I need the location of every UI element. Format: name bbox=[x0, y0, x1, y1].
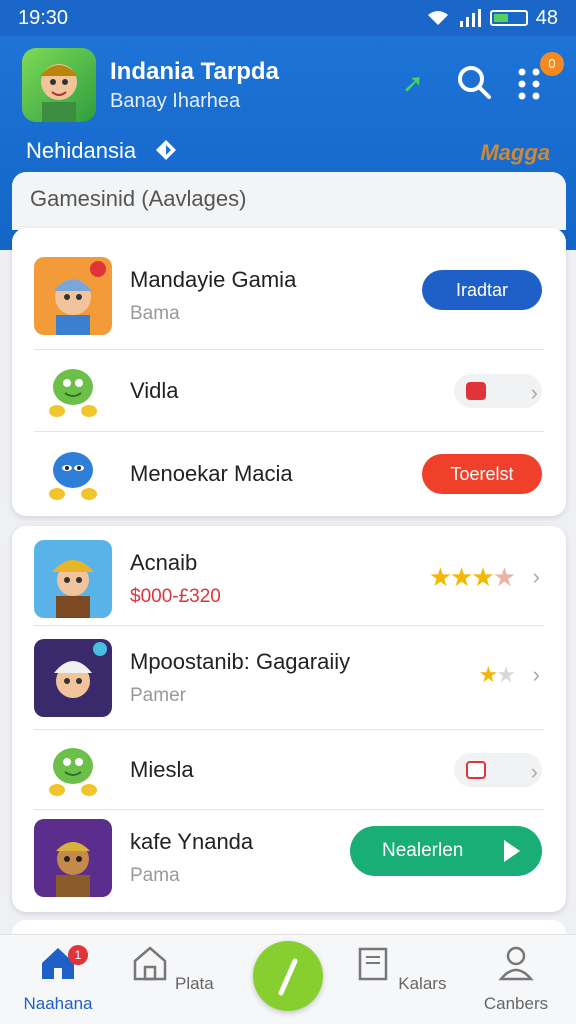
status-icons: 48 bbox=[426, 7, 558, 30]
chevron-right-icon: › bbox=[530, 759, 538, 784]
red-badge-icon bbox=[466, 382, 486, 400]
list-item[interactable]: Vidla › bbox=[34, 350, 544, 432]
play-button[interactable]: Nealerlen bbox=[350, 826, 542, 876]
status-bar: 19:30 48 bbox=[0, 0, 576, 36]
store-icon bbox=[134, 946, 167, 981]
nav-label: Naahana bbox=[23, 994, 93, 1013]
wifi-icon bbox=[427, 11, 448, 25]
games-card-2: Acnaib $000-£320 ★★★★ › Mpoostanib: Gaga… bbox=[12, 526, 566, 912]
game-icon bbox=[34, 540, 112, 618]
region-label[interactable]: Nehidansia bbox=[26, 138, 136, 164]
red-badge-icon bbox=[466, 761, 486, 779]
list-item[interactable]: Acnaib $000-£320 ★★★★ › bbox=[34, 532, 544, 626]
status-time: 19:30 bbox=[18, 6, 69, 29]
green-monster-icon bbox=[43, 740, 103, 800]
bottom-nav: 1 Naahana Plata Kalars Canbers bbox=[0, 934, 576, 1024]
list-item[interactable]: Miesla › bbox=[34, 730, 544, 810]
rating-stars: ★★ bbox=[478, 662, 516, 687]
badge-pill[interactable]: › bbox=[454, 753, 542, 787]
battery-icon bbox=[489, 10, 528, 26]
app-subtitle: Banay Iharhea bbox=[110, 90, 241, 112]
nav-label: Canbers bbox=[483, 994, 549, 1013]
play-icon bbox=[504, 840, 520, 862]
green-monster-icon bbox=[43, 361, 103, 421]
diamond-icon[interactable] bbox=[154, 138, 178, 162]
user-icon bbox=[498, 946, 534, 981]
list-item[interactable]: kafe Ynanda Pama Nealerlen bbox=[34, 810, 544, 906]
play-button-label: Nealerlen bbox=[382, 840, 464, 861]
center-action-icon bbox=[278, 958, 298, 996]
rating-stars: ★★★★ bbox=[428, 562, 516, 592]
header-right-label[interactable]: Magga bbox=[480, 140, 550, 166]
games-card-1: Mandayie Gamia Bama Iradtar Vidla › Meno… bbox=[12, 228, 566, 516]
list-item[interactable]: Mpoostanib: Gagaraiiy Pamer ★★ › bbox=[34, 626, 544, 730]
nav-home[interactable]: 1 Naahana bbox=[8, 943, 108, 1014]
battery-label: 48 bbox=[535, 6, 558, 29]
chevron-right-icon[interactable]: › bbox=[533, 662, 540, 688]
nav-profile[interactable]: Canbers bbox=[466, 943, 566, 1014]
arrow-icon[interactable]: ➚ bbox=[402, 68, 424, 99]
game-icon bbox=[34, 819, 112, 897]
install-button[interactable]: Iradtar bbox=[422, 270, 542, 310]
game-icon bbox=[34, 257, 112, 335]
game-icon bbox=[34, 639, 112, 717]
search-icon[interactable] bbox=[456, 64, 492, 100]
action-button[interactable]: Toerelst bbox=[422, 454, 542, 494]
list-item[interactable]: Menoekar Macia Toerelst bbox=[34, 432, 544, 516]
chevron-right-icon: › bbox=[530, 380, 538, 405]
nav-label: Plata bbox=[174, 974, 214, 993]
section-title: Gamesinid (Aavlages) bbox=[12, 172, 566, 230]
list-item[interactable]: Mandayie Gamia Bama Iradtar bbox=[34, 242, 544, 350]
blue-monster-icon bbox=[43, 444, 103, 504]
nav-store[interactable]: Plata bbox=[122, 943, 222, 994]
next-card-edge bbox=[12, 920, 566, 934]
nav-library[interactable]: Kalars bbox=[350, 943, 450, 994]
chevron-right-icon[interactable]: › bbox=[533, 564, 540, 590]
item-subtitle: Pamer bbox=[130, 685, 186, 706]
book-icon bbox=[358, 947, 387, 981]
center-action-button[interactable] bbox=[253, 941, 323, 1011]
nav-badge: 1 bbox=[68, 945, 88, 965]
app-title: Indania Tarpda bbox=[110, 58, 279, 85]
app-logo-icon bbox=[22, 48, 96, 122]
signal-icon bbox=[459, 9, 481, 27]
notification-badge: 0 bbox=[540, 52, 564, 76]
nav-label: Kalars bbox=[398, 974, 447, 993]
badge-pill[interactable]: › bbox=[454, 374, 542, 408]
